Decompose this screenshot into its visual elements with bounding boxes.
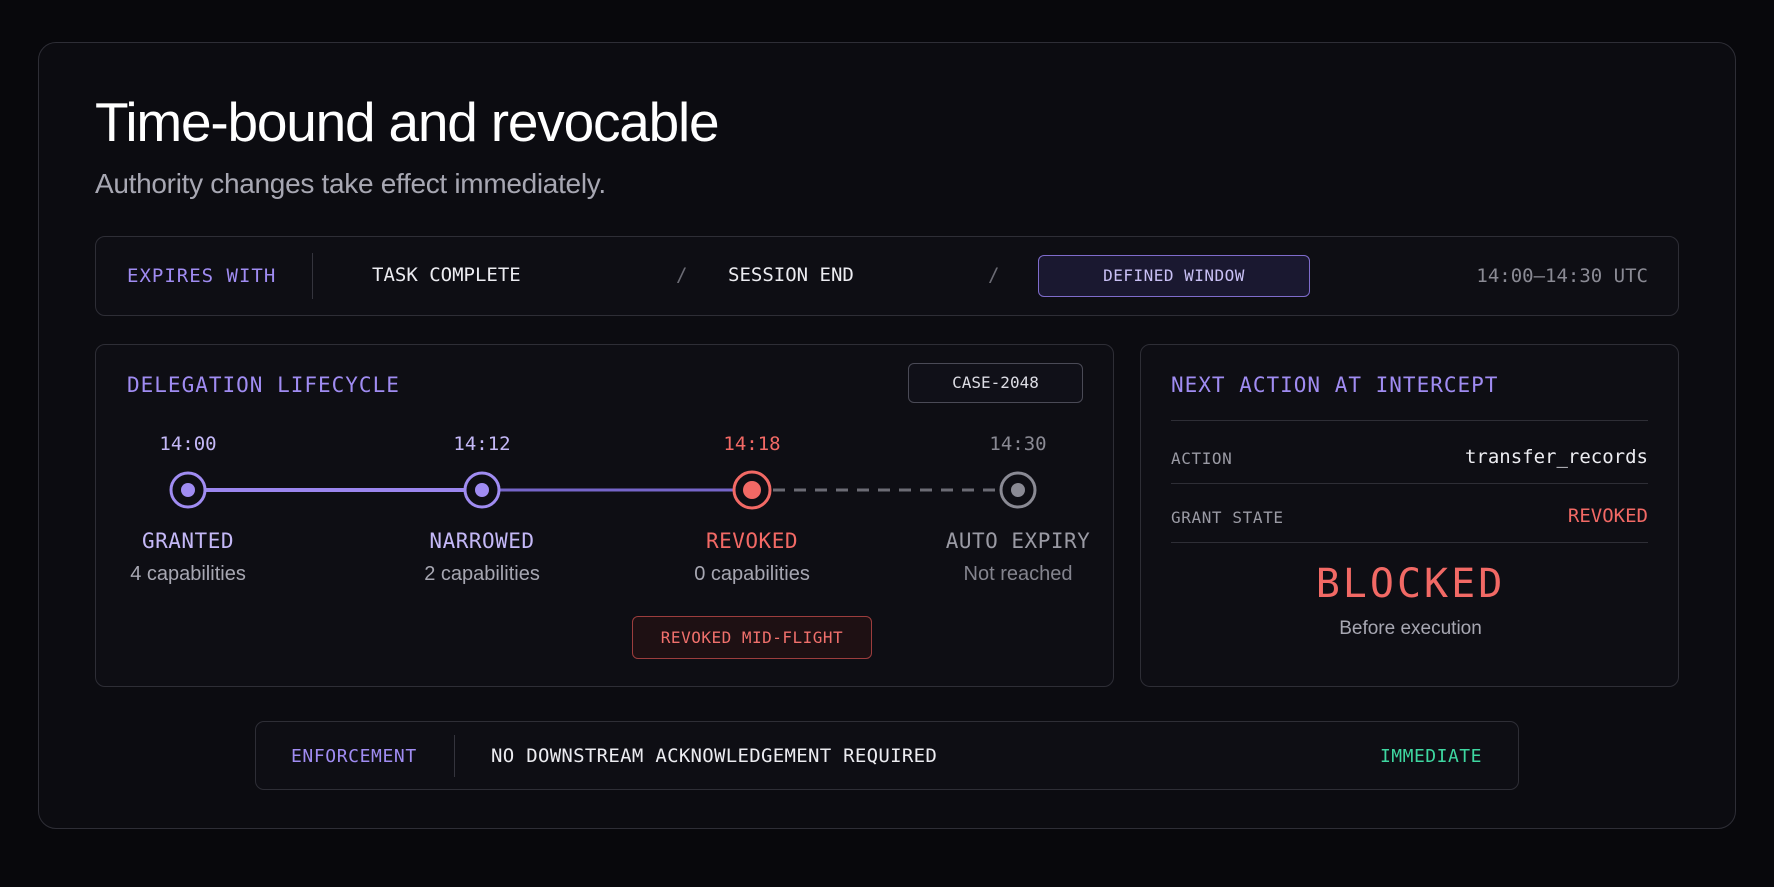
stage-name: AUTO EXPIRY [945,529,1091,553]
action-value: transfer_records [1464,446,1648,468]
divider [1171,542,1648,543]
stage-node-revoked [732,470,772,510]
expiry-options-bar: EXPIRES WITH TASK COMPLETE / SESSION END… [95,236,1679,316]
expiry-option-session-end[interactable]: SESSION END [728,264,854,286]
enforcement-label: ENFORCEMENT [291,746,417,767]
expiry-window-value: 14:00–14:30 UTC [1476,265,1648,287]
stage-time: 14:18 [723,433,781,455]
expiry-separator: / [676,264,688,286]
intercept-title: NEXT ACTION AT INTERCEPT [1171,373,1499,397]
blocked-note: Before execution [1339,618,1482,639]
stage-node-narrowed [463,471,501,509]
stage-time: 14:30 [989,433,1047,455]
stage-capabilities: 2 capabilities [424,563,540,585]
stage-time: 14:12 [453,433,511,455]
expiry-separator: / [988,264,1000,286]
action-label: ACTION [1171,449,1233,468]
stage-capabilities: Not reached [963,563,1073,585]
enforcement-divider [454,735,455,777]
grant-state-label: GRANT STATE [1171,508,1284,527]
expiry-divider [312,253,313,299]
divider [1171,483,1648,484]
expiry-label: EXPIRES WITH [127,265,277,287]
stage-capabilities: 4 capabilities [130,563,246,585]
stage-name: NARROWED [429,529,535,553]
divider [1171,420,1648,421]
expiry-option-defined-window[interactable]: DEFINED WINDOW [1038,255,1310,297]
stage-node-granted [169,471,207,509]
stage-node-auto-expiry [999,471,1037,509]
enforcement-bar: ENFORCEMENT NO DOWNSTREAM ACKNOWLEDGEMEN… [255,721,1519,790]
grant-state-value: REVOKED [1567,505,1648,527]
stage-capabilities: 0 capabilities [694,563,810,585]
revoked-mid-flight-badge: REVOKED MID-FLIGHT [632,616,872,659]
delegation-lifecycle-panel: DELEGATION LIFECYCLE CASE-2048 14:00 GRA… [95,344,1114,687]
enforcement-message: NO DOWNSTREAM ACKNOWLEDGEMENT REQUIRED [491,745,938,767]
blocked-status: BLOCKED [1315,561,1506,607]
stage-name: GRANTED [141,529,234,553]
stage-name: REVOKED [705,529,798,553]
next-action-panel: NEXT ACTION AT INTERCEPT ACTION transfer… [1140,344,1679,687]
stage-time: 14:00 [159,433,217,455]
page-subtitle: Authority changes take effect immediatel… [95,168,606,199]
page-title: Time-bound and revocable [95,91,720,153]
enforcement-status: IMMEDIATE [1379,746,1482,767]
expiry-option-task-complete[interactable]: TASK COMPLETE [372,264,521,286]
lifecycle-timeline [169,470,1037,510]
